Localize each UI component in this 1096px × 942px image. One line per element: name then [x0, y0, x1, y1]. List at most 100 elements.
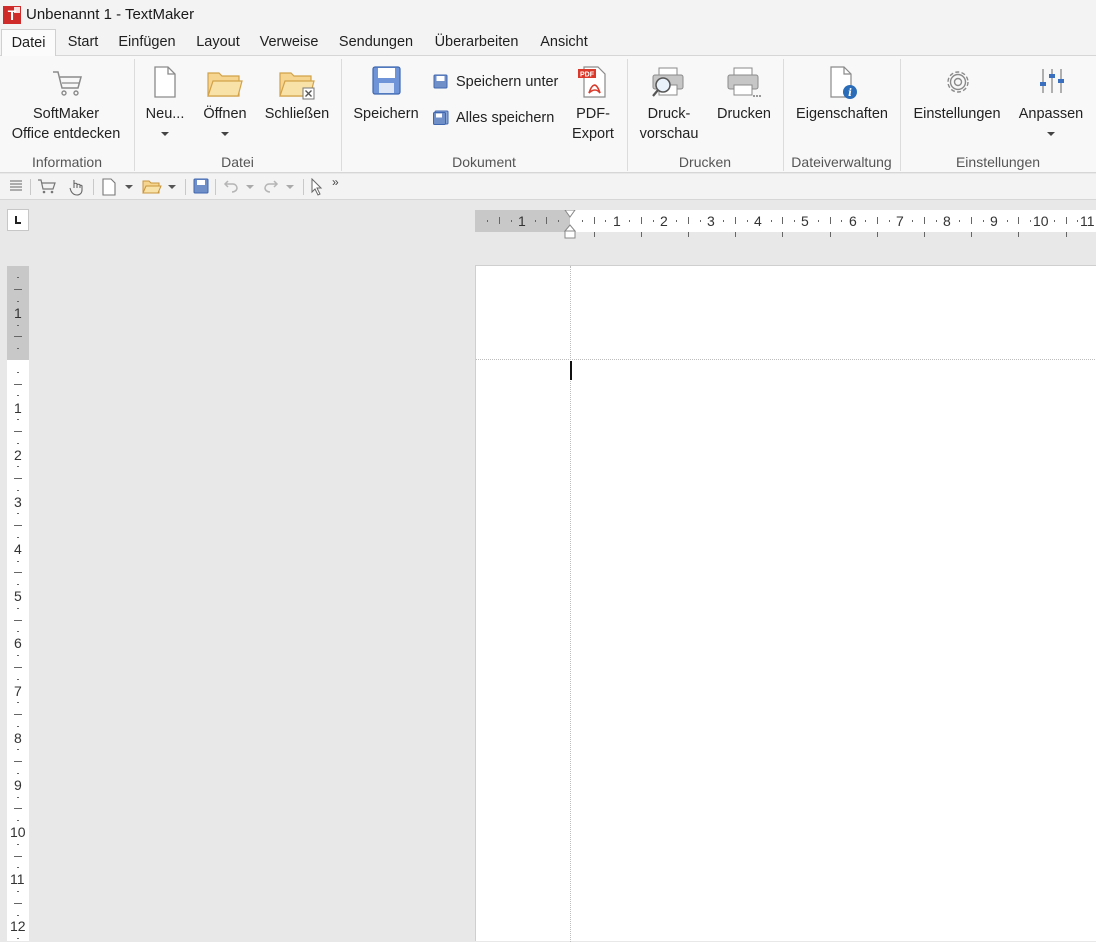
pdf-export-label-1: PDF- — [576, 106, 610, 122]
speichern-label: Speichern — [353, 106, 419, 122]
window-title: Unbenannt 1 - TextMaker — [26, 6, 195, 23]
tab-einfuegen[interactable]: Einfügen — [112, 29, 182, 56]
speichern-button[interactable]: Speichern — [350, 64, 422, 144]
softmaker-label-2: Office entdecken — [11, 126, 121, 142]
tab-ansicht[interactable]: Ansicht — [534, 29, 594, 56]
select-pointer-icon[interactable] — [310, 178, 324, 196]
save-as-icon — [433, 74, 448, 89]
ruler-label: 3 — [707, 213, 715, 229]
properties-icon: i — [830, 66, 857, 99]
shopping-cart-icon — [53, 71, 82, 96]
tab-layout[interactable]: Layout — [190, 29, 246, 56]
ruler-label: 8 — [943, 213, 951, 229]
tab-datei[interactable]: Datei — [1, 29, 56, 57]
alles-speichern-label: Alles speichern — [456, 110, 555, 126]
close-folder-icon — [279, 72, 315, 100]
neu-button[interactable]: Neu... — [142, 64, 188, 144]
pdf-export-button[interactable]: PDF PDF- Export — [566, 64, 620, 144]
redo-icon[interactable] — [262, 178, 280, 194]
ruler-label: 1 — [518, 213, 526, 229]
ruler-label: 5 — [801, 213, 809, 229]
ruler-label: 11 — [1080, 213, 1095, 229]
open-folder-icon[interactable] — [142, 179, 162, 195]
group-label-drucken: Drucken — [678, 154, 732, 170]
customize-sliders-icon — [1040, 69, 1064, 93]
chevron-down-icon[interactable] — [286, 185, 294, 189]
gear-icon — [947, 71, 969, 93]
alles-speichern-button[interactable]: Alles speichern — [433, 107, 554, 129]
tab-stop-selector[interactable] — [7, 209, 29, 231]
chevron-down-icon[interactable] — [168, 185, 176, 189]
druckvorschau-label-2: vorschau — [639, 126, 699, 142]
left-tab-icon — [15, 216, 21, 224]
schliessen-label: Schließen — [264, 106, 330, 122]
tab-start[interactable]: Start — [60, 29, 106, 56]
tab-verweise[interactable]: Verweise — [254, 29, 324, 56]
druckvorschau-label-1: Druck- — [647, 106, 691, 122]
ruler-label: 3 — [14, 494, 22, 510]
undo-icon[interactable] — [222, 178, 240, 194]
ruler-label: 1 — [14, 400, 22, 416]
eigenschaften-button[interactable]: i Eigenschaften — [792, 64, 892, 144]
tab-sendungen[interactable]: Sendungen — [333, 29, 419, 56]
ruler-label: 7 — [896, 213, 904, 229]
horizontal-ruler[interactable]: 1 1 2 3 4 5 6 7 8 9 10 11 — [475, 210, 1096, 239]
group-label-dokument: Dokument — [452, 154, 516, 170]
vertical-ruler[interactable]: 1 1 2 3 4 5 6 7 8 9 10 11 12 — [7, 266, 29, 941]
group-label-einstellungen: Einstellungen — [955, 154, 1041, 170]
print-preview-icon — [652, 67, 684, 97]
indent-marker-icon[interactable] — [564, 210, 576, 240]
oeffnen-label: Öffnen — [203, 106, 247, 122]
shopping-cart-icon[interactable] — [37, 178, 57, 195]
touch-mode-icon[interactable] — [67, 178, 85, 196]
svg-text:i: i — [848, 88, 852, 99]
save-icon[interactable] — [193, 178, 209, 194]
chevron-down-icon[interactable] — [125, 185, 133, 189]
schliessen-button[interactable]: Schließen — [262, 64, 332, 144]
tab-ueberarbeiten[interactable]: Überarbeiten — [427, 29, 526, 56]
ruler-label: 11 — [10, 871, 25, 887]
toolbar-overflow-icon[interactable]: » — [332, 175, 339, 189]
ruler-label: 1 — [613, 213, 621, 229]
eigenschaften-label: Eigenschaften — [796, 106, 888, 122]
ruler-label: 9 — [990, 213, 998, 229]
ruler-label: 8 — [14, 730, 22, 746]
chevron-down-icon — [221, 132, 229, 136]
anpassen-button[interactable]: Anpassen — [1015, 64, 1087, 144]
ruler-label: 1 — [14, 305, 22, 321]
oeffnen-button[interactable]: Öffnen — [198, 64, 252, 144]
menu-lines-icon[interactable] — [9, 178, 23, 194]
app-icon[interactable]: T — [3, 5, 21, 24]
speichern-unter-label: Speichern unter — [456, 74, 559, 90]
softmaker-office-button[interactable]: SoftMaker Office entdecken — [4, 64, 128, 150]
speichern-unter-button[interactable]: Speichern unter — [433, 71, 558, 93]
neu-label: Neu... — [145, 106, 185, 122]
ruler-label: 4 — [14, 541, 22, 557]
ruler-label: 10 — [10, 824, 26, 840]
anpassen-label: Anpassen — [1018, 106, 1084, 122]
group-label-dateiverwaltung: Dateiverwaltung — [791, 154, 892, 170]
group-label-information: Information — [31, 154, 103, 170]
softmaker-label-1: SoftMaker — [32, 106, 100, 122]
chevron-down-icon — [161, 132, 169, 136]
chevron-down-icon[interactable] — [246, 185, 254, 189]
document-page[interactable] — [475, 265, 1096, 942]
ribbon: SoftMaker Office entdecken Information N… — [0, 56, 1096, 173]
drucken-label: Drucken — [717, 106, 771, 122]
text-cursor — [570, 361, 572, 380]
open-folder-icon — [207, 72, 243, 97]
einstellungen-button[interactable]: Einstellungen — [909, 64, 1005, 144]
chevron-down-icon — [1047, 132, 1055, 136]
einstellungen-label: Einstellungen — [913, 106, 1001, 122]
printer-icon — [727, 67, 761, 97]
quick-access-toolbar: » — [0, 174, 1096, 200]
drucken-button[interactable]: Drucken — [712, 64, 776, 144]
new-document-icon[interactable] — [101, 178, 117, 196]
ruler-label: 6 — [14, 635, 22, 651]
ruler-label: 12 — [10, 918, 26, 934]
svg-text:PDF: PDF — [580, 72, 595, 79]
save-all-icon — [433, 110, 449, 125]
ribbon-tab-bar: Datei Start Einfügen Layout Verweise Sen… — [0, 29, 1096, 57]
top-margin-guide — [476, 359, 1096, 360]
druckvorschau-button[interactable]: Druck- vorschau — [636, 64, 702, 144]
